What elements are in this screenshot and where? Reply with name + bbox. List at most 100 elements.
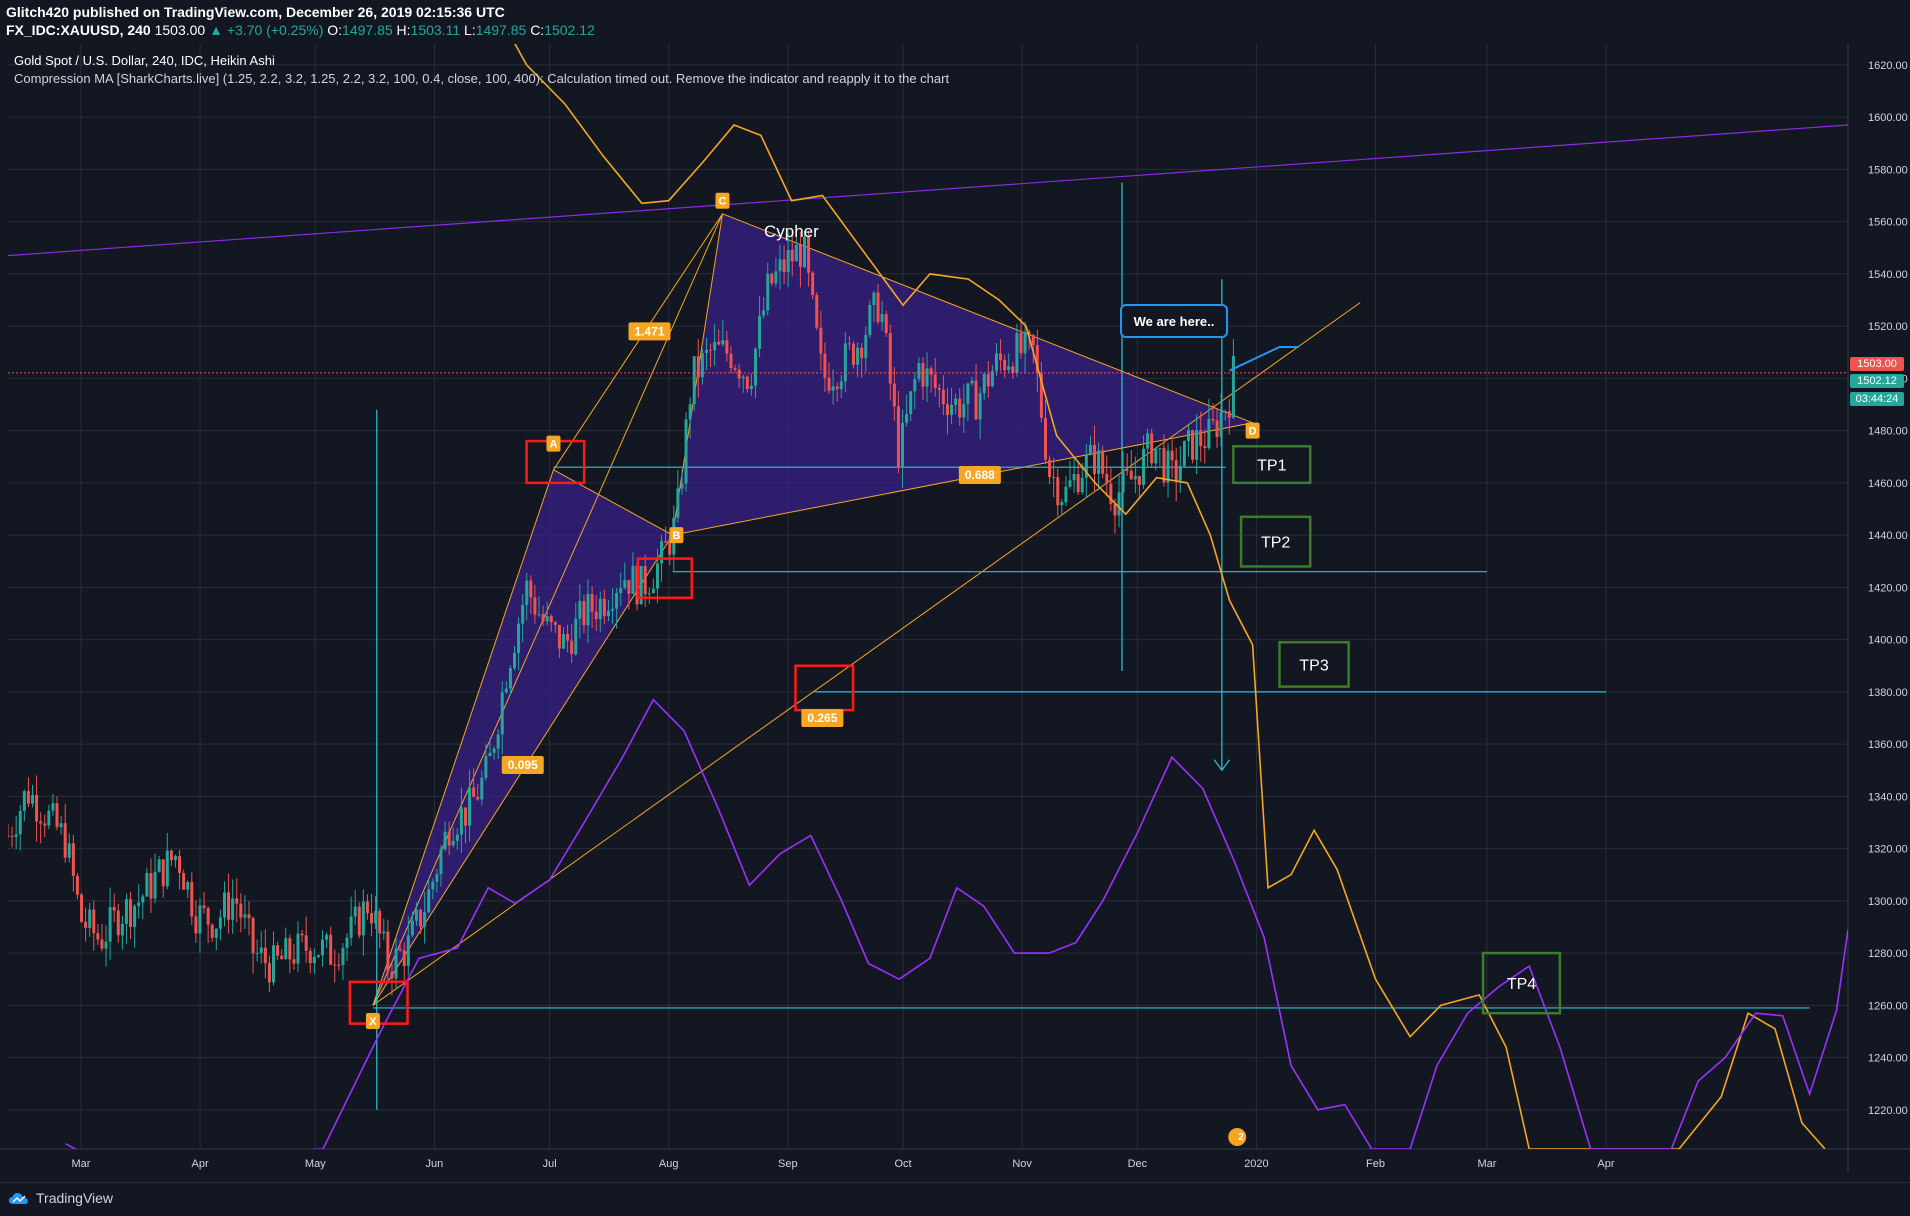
y-tick-label: 1360.00 <box>1868 739 1908 751</box>
candle-body <box>1031 334 1035 345</box>
candle-body <box>1068 480 1072 487</box>
candle-body <box>333 964 337 966</box>
candle-body <box>182 873 186 890</box>
candle-body <box>856 347 860 365</box>
candle-body <box>484 756 488 778</box>
candle-body <box>1170 450 1174 461</box>
candle-body <box>124 899 128 924</box>
tradingview-logo[interactable]: TradingView <box>8 1190 113 1206</box>
candle-body <box>1133 476 1137 480</box>
candle-body <box>259 947 263 954</box>
candle-body <box>827 377 831 391</box>
chart-legend: Gold Spot / U.S. Dollar, 240, IDC, Heiki… <box>14 52 949 88</box>
candle-body <box>729 353 733 369</box>
candle-body <box>35 795 39 822</box>
candle-body <box>847 343 851 345</box>
x-tick-label: Sep <box>778 1158 798 1170</box>
candle-body <box>741 376 745 379</box>
candle-body <box>676 488 680 518</box>
candle-body <box>1007 366 1011 370</box>
candle-body <box>1080 477 1084 493</box>
candle-body <box>631 565 635 594</box>
candle-body <box>884 314 888 334</box>
candle-body <box>864 334 868 359</box>
candle-body <box>807 236 811 273</box>
candle-body <box>451 840 455 846</box>
candle-body <box>794 244 798 262</box>
y-tick-label: 1580.00 <box>1868 164 1908 176</box>
candle-body <box>1043 417 1047 460</box>
candle-body <box>1182 441 1186 466</box>
candle-body <box>431 881 435 890</box>
candle-body <box>316 955 320 957</box>
candle-body <box>251 918 255 954</box>
candle-body <box>480 777 484 800</box>
candle-body <box>194 916 198 934</box>
time-axis: Mar Apr May Jun Jul Aug Sep Oct Nov Dec 2020 Feb Mar… <box>72 1158 1615 1170</box>
candle-body <box>1137 476 1141 485</box>
point-label-b: B <box>669 527 684 544</box>
candle-body <box>116 910 120 936</box>
callout-pointer <box>1229 346 1299 372</box>
candle-body <box>296 933 300 964</box>
candle-body <box>357 906 361 936</box>
candle-body <box>615 592 619 609</box>
candle-body <box>496 734 500 749</box>
point-letter: A <box>549 439 557 451</box>
candle-body <box>553 622 557 625</box>
candle-body <box>966 383 970 404</box>
candle-body <box>1015 333 1019 374</box>
candle-body <box>896 406 900 468</box>
candle-body <box>345 937 349 948</box>
candle-body <box>1064 486 1068 503</box>
candle-body <box>815 294 819 328</box>
candle-body <box>982 374 986 394</box>
candle-body <box>1215 420 1219 437</box>
x-tick-label: Mar <box>72 1158 91 1170</box>
price-chart[interactable]: 1220.00 1240.00 1260.00 1280.00 1300.00 1320.… <box>0 44 1910 1172</box>
last-price: 1503.00 <box>154 22 206 38</box>
candle-body <box>96 933 100 940</box>
price-axis: 1220.00 1240.00 1260.00 1280.00 1300.00 1320.… <box>1868 60 1908 1117</box>
candle-body <box>243 914 247 918</box>
candle-body <box>370 913 374 924</box>
candle-body <box>18 810 22 835</box>
candle-body <box>374 910 378 924</box>
candle-body <box>55 803 59 828</box>
candle-body <box>937 387 941 390</box>
candle-body <box>59 823 63 828</box>
candle-body <box>1072 474 1076 481</box>
candle-body <box>1023 331 1027 354</box>
candle-body <box>1129 470 1133 480</box>
symbol[interactable]: FX_IDC:XAUUSD, 240 <box>6 22 151 38</box>
candle-body <box>137 902 141 907</box>
candle-body <box>1019 333 1023 354</box>
high-value: 1503.11 <box>410 22 461 38</box>
target-label: TP3 <box>1299 657 1328 674</box>
candle-body <box>798 244 802 267</box>
candle-body <box>582 601 586 626</box>
candle-body <box>782 259 786 272</box>
candle-body <box>1101 450 1105 474</box>
candle-body <box>1142 448 1146 485</box>
target-box-2: TP2 <box>1239 515 1312 568</box>
candle-body <box>108 906 112 942</box>
ratio-label: 1.471 <box>628 322 671 341</box>
candle-body <box>819 327 823 354</box>
candle-body <box>717 341 721 345</box>
candle-body <box>439 849 443 875</box>
candle-body <box>292 959 296 964</box>
ratio-label: 0.688 <box>958 466 1001 485</box>
candle-body <box>529 580 533 598</box>
candle-body <box>178 855 182 874</box>
candle-body <box>1003 359 1007 370</box>
candle-body <box>974 380 978 420</box>
candle-body <box>586 593 590 626</box>
candle-body <box>378 910 382 934</box>
candle-body <box>1150 433 1154 464</box>
candle-body <box>267 963 271 983</box>
candle-body <box>770 273 774 284</box>
candle-body <box>1125 469 1129 471</box>
chart-area[interactable]: 1220.00 1240.00 1260.00 1280.00 1300.00 1320.… <box>0 44 1910 1172</box>
candle-body <box>284 938 288 960</box>
